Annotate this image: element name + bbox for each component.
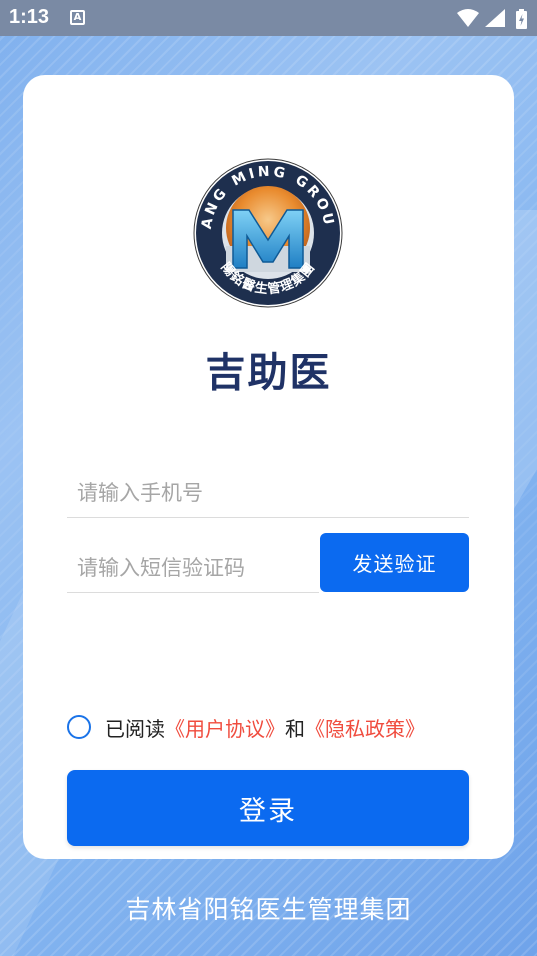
user-agreement-link[interactable]: 《用户协议》	[165, 713, 285, 742]
status-time: 1:13	[9, 6, 50, 28]
privacy-policy-link[interactable]: 《隐私政策》	[305, 713, 425, 742]
agreement-prefix: 已阅读	[105, 716, 165, 741]
sms-code-input[interactable]	[67, 543, 319, 592]
footer-org-name: 吉林省阳铭医生管理集团	[125, 895, 412, 924]
group-logo: YANG MING GROUP 陽銘醫生管理集團	[193, 158, 343, 308]
agreement-radio[interactable]	[67, 715, 91, 739]
status-bar: 1:13 A	[0, 0, 537, 36]
phone-input[interactable]	[67, 468, 469, 517]
login-button[interactable]: 登录	[67, 770, 469, 846]
app-title: 吉助医	[205, 350, 332, 396]
agreement-row: 已阅读 《用户协议》 和 《隐私政策》	[67, 712, 425, 742]
send-code-button[interactable]: 发送验证	[320, 533, 469, 592]
notification-a-icon: A	[70, 10, 85, 25]
phone-field	[67, 468, 469, 518]
sms-code-field	[67, 543, 319, 593]
agreement-conjunction: 和	[285, 716, 305, 741]
battery-icon	[516, 9, 527, 29]
wifi-icon	[457, 9, 479, 27]
cell-signal-icon	[485, 9, 505, 27]
